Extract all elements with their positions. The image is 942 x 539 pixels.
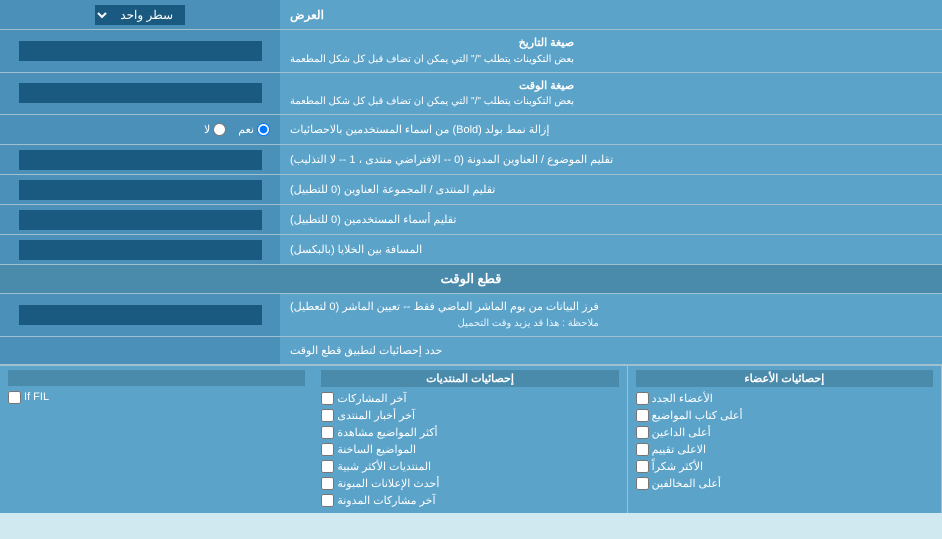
bold-yes-label[interactable]: نعم [238, 123, 270, 136]
date-format-input-area: d-m [0, 30, 280, 72]
filter-label: فرز البيانات من يوم الماشر الماضي فقط --… [280, 294, 942, 336]
cells-distance-input-area: 2 [0, 235, 280, 264]
col-forums-title: إحصائيات المنتديات [321, 370, 618, 387]
checkbox-top-inviters[interactable]: أعلى الداعين [636, 424, 933, 441]
col-extra-title [8, 370, 305, 386]
checkbox-most-forums[interactable]: المنتديات الأكثر شبية [321, 458, 618, 475]
checkbox-hot-topics[interactable]: المواضيع الساخنة [321, 441, 618, 458]
checkbox-top-violators[interactable]: أعلى المخالفين [636, 475, 933, 492]
date-format-input[interactable]: d-m [19, 41, 262, 61]
col-forums: إحصائيات المنتديات آخر المشاركات آخر أخب… [313, 366, 627, 513]
display-select[interactable]: سطر واحد سطران ثلاثة أسطر [95, 5, 185, 25]
checkbox-most-viewed[interactable]: أكثر المواضيع مشاهدة [321, 424, 618, 441]
cut-time-title: قطع الوقت [0, 265, 942, 294]
usernames-trim-input[interactable]: 0 [19, 210, 262, 230]
time-format-input[interactable]: H:i [19, 83, 262, 103]
top-label: العرض [280, 0, 942, 29]
checkbox-members-new[interactable]: الأعضاء الجدد [636, 390, 933, 407]
checkbox-top-writers[interactable]: أعلى كتاب المواضيع [636, 407, 933, 424]
time-format-label: صيغة الوقت بعض التكوينات يتطلب "/" التي … [280, 73, 942, 115]
forum-address-input[interactable]: 33 [19, 180, 262, 200]
filter-input[interactable]: 0 [19, 305, 262, 325]
checkbox-last-posts[interactable]: آخر المشاركات [321, 390, 618, 407]
col-members: إحصائيات الأعضاء الأعضاء الجدد أعلى كتاب… [628, 366, 942, 513]
bold-remove-radio-area: نعم لا [0, 115, 280, 144]
subject-address-input-area: 33 [0, 145, 280, 174]
bold-no-label[interactable]: لا [204, 123, 226, 136]
forum-address-label: تقليم المنتدى / المجموعة العناوين (0 للت… [280, 175, 942, 204]
top-select-area[interactable]: سطر واحد سطران ثلاثة أسطر [0, 0, 280, 29]
usernames-trim-input-area: 0 [0, 205, 280, 234]
bold-remove-label: إزالة نمط بولد (Bold) من اسماء المستخدمي… [280, 115, 942, 144]
apply-limit-area [0, 337, 280, 364]
cells-distance-input[interactable]: 2 [19, 240, 262, 260]
date-format-label: صيغة التاريخ بعض التكوينات يتطلب "/" الت… [280, 30, 942, 72]
checkbox-blog-posts[interactable]: آخر مشاركات المدونة [321, 492, 618, 509]
subject-address-label: تقليم الموضوع / العناوين المدونة (0 -- ا… [280, 145, 942, 174]
usernames-trim-label: تقليم أسماء المستخدمين (0 للتطبيل) [280, 205, 942, 234]
col-extra: If FIL [0, 366, 313, 513]
if-fil-item[interactable]: If FIL [8, 389, 305, 406]
bold-no-radio[interactable] [213, 123, 226, 136]
subject-address-input[interactable]: 33 [19, 150, 262, 170]
filter-input-area: 0 [0, 294, 280, 336]
time-format-input-area: H:i [0, 73, 280, 115]
apply-limit-label: حدد إحصائيات لتطبيق قطع الوقت [280, 337, 942, 364]
bold-yes-radio[interactable] [257, 123, 270, 136]
checkbox-forum-news[interactable]: آخر أخبار المنتدى [321, 407, 618, 424]
checkbox-top-rated[interactable]: الاعلى تقييم [636, 441, 933, 458]
cells-distance-label: المسافة بين الخلايا (بالبكسل) [280, 235, 942, 264]
col-members-title: إحصائيات الأعضاء [636, 370, 933, 387]
checkbox-most-thankful[interactable]: الأكثر شكراً [636, 458, 933, 475]
checkbox-latest-announcements[interactable]: أحدث الإعلانات المبونة [321, 475, 618, 492]
forum-address-input-area: 33 [0, 175, 280, 204]
